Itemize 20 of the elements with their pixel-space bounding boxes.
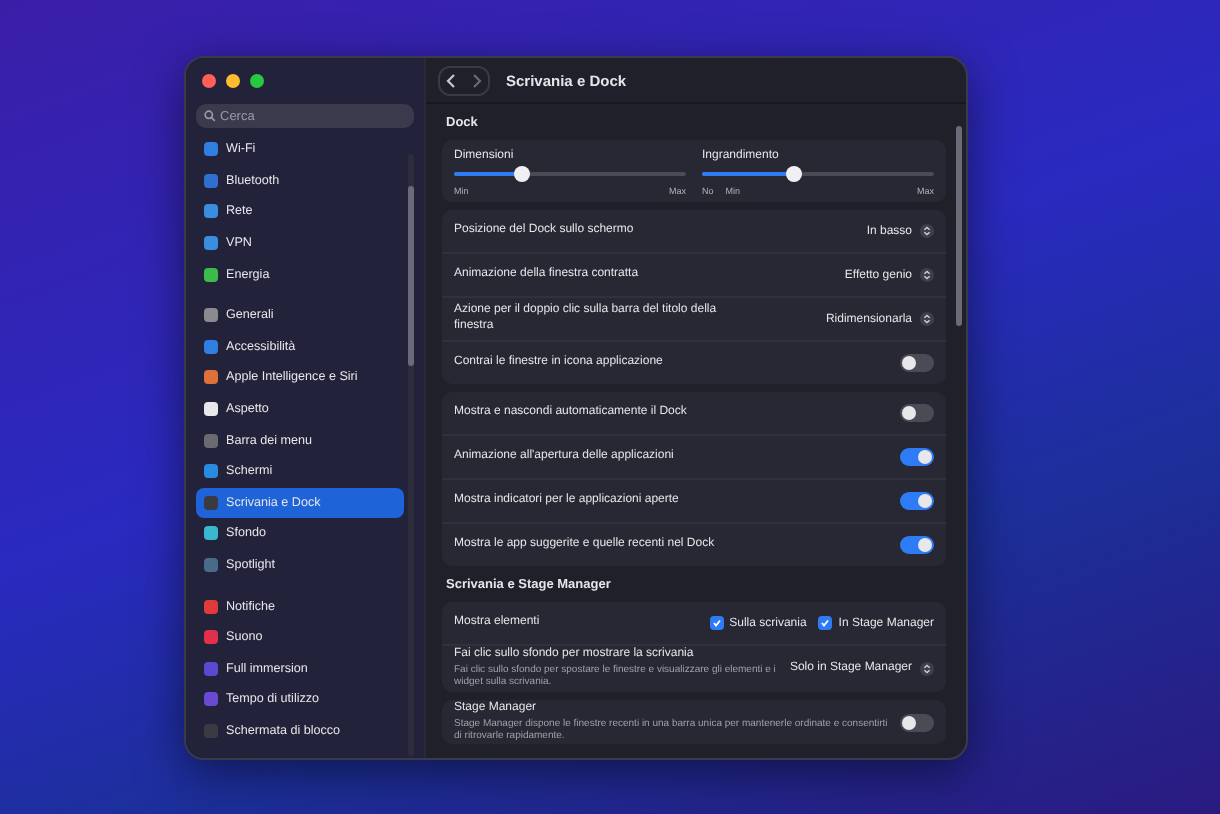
toggle-switch[interactable] <box>900 713 934 732</box>
search-icon <box>204 110 216 122</box>
stepper-icon[interactable] <box>920 661 934 676</box>
close-button[interactable] <box>202 74 216 88</box>
zoom-button[interactable] <box>250 74 264 88</box>
minimize-button[interactable] <box>226 74 240 88</box>
toggle-switch[interactable] <box>900 492 934 510</box>
stepper-icon[interactable] <box>920 224 934 238</box>
toggle-switch[interactable] <box>900 536 934 554</box>
toggle-switch[interactable] <box>900 448 934 466</box>
toggle-switch[interactable] <box>900 354 934 372</box>
stepper-icon[interactable] <box>920 268 934 282</box>
checkbox[interactable] <box>709 616 724 630</box>
checkbox[interactable] <box>818 616 833 630</box>
toggle-switch[interactable] <box>900 404 934 422</box>
scrollbar-thumb[interactable] <box>408 186 414 366</box>
stepper-icon[interactable] <box>920 312 934 326</box>
scrollbar-thumb[interactable] <box>956 126 962 326</box>
slider-thumb[interactable] <box>513 166 530 182</box>
slider-thumb[interactable] <box>786 166 803 182</box>
